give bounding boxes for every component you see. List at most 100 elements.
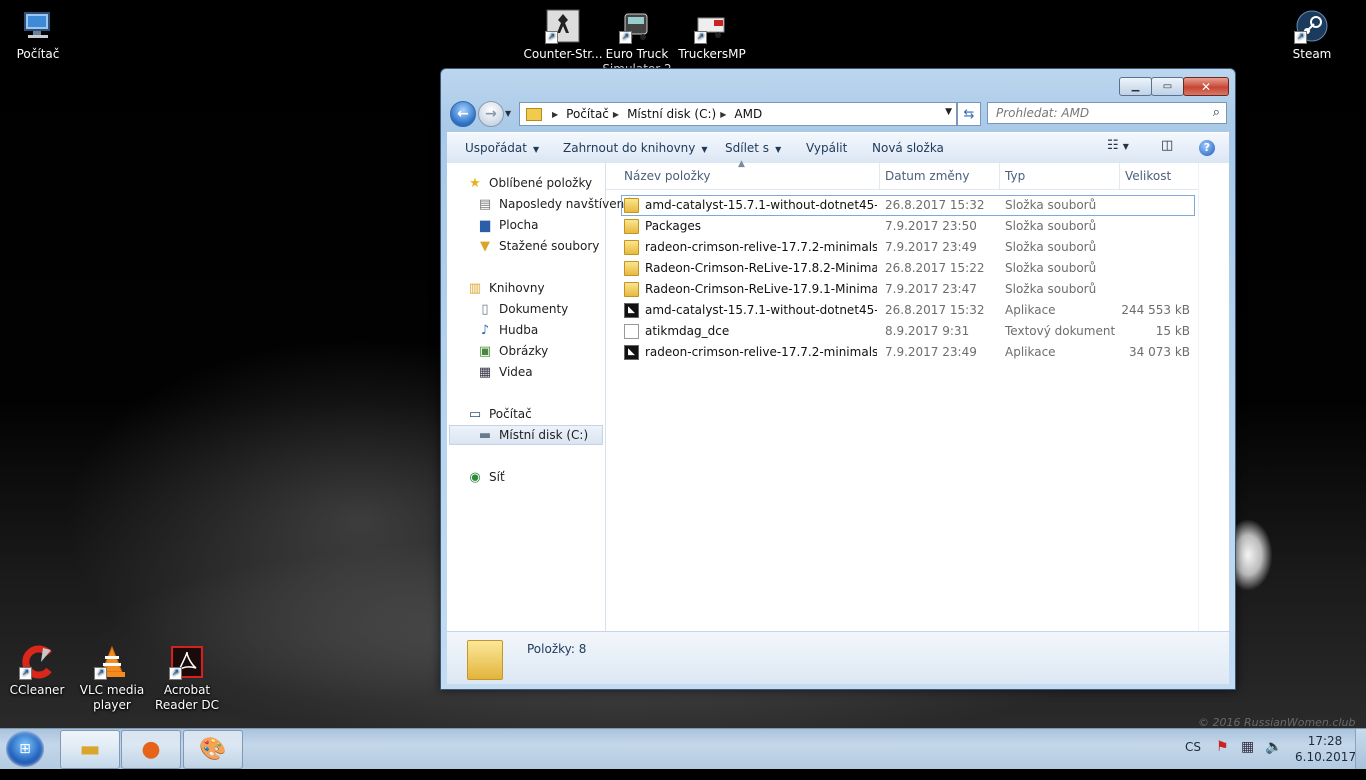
new-folder-button[interactable]: Nová složka bbox=[872, 141, 944, 155]
navigation-pane: ★ Oblíbené položky ▤ Naposledy navštívené … bbox=[447, 163, 632, 631]
chevron-down-icon: ▼ bbox=[532, 145, 540, 154]
address-bar[interactable]: ▶ Počítač ▶ Místní disk (C:) ▶ AMD ▼ bbox=[519, 102, 957, 126]
breadcrumb-separator-icon[interactable]: ▶ bbox=[613, 110, 619, 119]
file-row[interactable]: ◣ amd-catalyst-15.7.1-without-dotnet45-w… bbox=[606, 300, 1198, 321]
text-document-icon bbox=[624, 324, 639, 339]
nav-libraries[interactable]: ▥ Knihovny bbox=[467, 278, 545, 298]
desktop-icon-label: VLC media player bbox=[79, 683, 145, 712]
breadcrumb-separator-icon[interactable]: ▶ bbox=[720, 110, 726, 119]
clock[interactable]: 17:28 6.10.2017 bbox=[1295, 733, 1356, 765]
file-row[interactable]: atikmdag_dce 8.9.2017 9:31 Textový dokum… bbox=[606, 321, 1198, 342]
desktop-icon-steam[interactable]: ↗ Steam bbox=[1270, 8, 1354, 62]
back-button[interactable]: ← bbox=[450, 101, 476, 127]
minimize-icon: ▁ bbox=[1131, 81, 1140, 92]
file-type: Složka souborů bbox=[1005, 198, 1097, 212]
help-button[interactable]: ? bbox=[1199, 140, 1215, 156]
file-size: 15 kB bbox=[1155, 324, 1190, 338]
desktop-icon-truckersmp[interactable]: ↗ TruckersMP bbox=[670, 8, 754, 62]
chevron-down-icon: ▼ bbox=[701, 145, 708, 154]
column-size[interactable]: Velikost bbox=[1125, 169, 1171, 183]
desktop-icon-label: Počítač bbox=[16, 47, 60, 61]
taskbar-explorer[interactable]: ▬ bbox=[60, 730, 120, 769]
file-type: Textový dokument bbox=[1005, 324, 1116, 338]
folder-icon bbox=[624, 282, 639, 297]
show-desktop-button[interactable] bbox=[1355, 729, 1366, 769]
nav-documents[interactable]: ▯ Dokumenty bbox=[477, 299, 568, 319]
caption-buttons: ▁ ▭ ✕ bbox=[1119, 77, 1229, 96]
taskbar-firefox[interactable]: ● bbox=[121, 730, 181, 769]
include-in-library-button[interactable]: Zahrnout do knihovny ▼ bbox=[563, 141, 708, 155]
explorer-window[interactable]: ▁ ▭ ✕ ← → ▼ ▶ Počítač ▶ Místní disk (C:)… bbox=[440, 68, 1236, 690]
nav-videos[interactable]: ▦ Videa bbox=[477, 362, 533, 382]
network-icon[interactable]: ▦ bbox=[1241, 739, 1254, 779]
close-icon: ✕ bbox=[1200, 79, 1212, 94]
preview-pane-button[interactable]: ◫ bbox=[1161, 138, 1173, 153]
file-row[interactable]: radeon-crimson-relive-17.7.2-minimalset.… bbox=[606, 237, 1198, 258]
minimize-button[interactable]: ▁ bbox=[1119, 77, 1152, 96]
file-row[interactable]: Packages 7.9.2017 23:50 Složka souborů bbox=[606, 216, 1198, 237]
folder-icon bbox=[624, 219, 639, 234]
close-button[interactable]: ✕ bbox=[1183, 77, 1229, 96]
shortcut-arrow-icon: ↗ bbox=[545, 31, 558, 44]
folder-icon: ▬ bbox=[79, 737, 101, 762]
desktop-icon-acrobat[interactable]: ↗ Acrobat Reader DC bbox=[145, 644, 229, 713]
folder-icon bbox=[624, 261, 639, 276]
nav-favorites[interactable]: ★ Oblíbené položky bbox=[467, 173, 592, 193]
search-input[interactable]: Prohledat: AMD ⌕ bbox=[987, 102, 1227, 124]
search-icon[interactable]: ⌕ bbox=[1213, 105, 1220, 120]
steam-icon: ↗ bbox=[1294, 8, 1330, 44]
desktop-icon-euro-truck[interactable]: ↗ Euro Truck Simulator 2 bbox=[595, 8, 679, 68]
breadcrumb-computer[interactable]: Počítač bbox=[566, 107, 609, 121]
action-center-icon[interactable]: ⚑ bbox=[1216, 739, 1229, 779]
amd-app-icon: ◣ bbox=[624, 303, 639, 318]
organize-button[interactable]: Uspořádat ▼ bbox=[465, 141, 539, 155]
firefox-icon: ● bbox=[141, 737, 161, 762]
nav-pictures[interactable]: ▣ Obrázky bbox=[477, 341, 548, 361]
desktop-icon-vlc[interactable]: ↗ VLC media player bbox=[70, 644, 154, 713]
file-row[interactable]: amd-catalyst-15.7.1-without-dotnet45-w..… bbox=[621, 195, 1195, 216]
breadcrumb-separator-icon[interactable]: ▶ bbox=[552, 110, 558, 119]
nav-desktop[interactable]: ▆ Plocha bbox=[477, 215, 538, 235]
computer-icon: ▭ bbox=[468, 406, 482, 422]
forward-button[interactable]: → bbox=[478, 101, 504, 127]
breadcrumb-local-disk[interactable]: Místní disk (C:) bbox=[627, 107, 716, 121]
nav-network[interactable]: ◉ Síť bbox=[467, 467, 504, 487]
column-type[interactable]: Typ bbox=[1005, 169, 1025, 183]
scroll-area[interactable] bbox=[1198, 163, 1229, 631]
view-options-button[interactable]: ☷ ▼ bbox=[1107, 138, 1129, 153]
breadcrumb-amd[interactable]: AMD bbox=[734, 107, 762, 121]
recent-places-icon: ▤ bbox=[478, 196, 492, 212]
desktop-icon-computer[interactable]: Počítač bbox=[0, 8, 80, 62]
nav-label: Plocha bbox=[499, 218, 539, 232]
desktop-icon-counter-strike[interactable]: ↗ Counter-Str... bbox=[521, 8, 605, 62]
column-name[interactable]: Název položky bbox=[624, 169, 710, 183]
language-indicator[interactable]: CS bbox=[1185, 740, 1201, 780]
file-list: ▲ Název položky Datum změny Typ Velikost… bbox=[606, 159, 1229, 631]
column-date[interactable]: Datum změny bbox=[885, 169, 970, 183]
recent-pages-dropdown[interactable]: ▼ bbox=[505, 109, 511, 118]
nav-music[interactable]: ♪ Hudba bbox=[477, 320, 538, 340]
burn-label: Vypálit bbox=[806, 141, 848, 155]
file-row[interactable]: ◣ radeon-crimson-relive-17.7.2-minimalse… bbox=[606, 342, 1198, 363]
item-count: Položky: 8 bbox=[527, 642, 587, 656]
share-with-button[interactable]: Sdílet s ▼ bbox=[725, 141, 781, 155]
burn-button[interactable]: Vypálit bbox=[806, 141, 847, 155]
include-label: Zahrnout do knihovny bbox=[563, 141, 696, 155]
ccleaner-icon: ↗ bbox=[19, 644, 55, 680]
desktop-icon-ccleaner[interactable]: ↗ CCleaner bbox=[0, 644, 79, 698]
folder-icon bbox=[624, 240, 639, 255]
nav-downloads[interactable]: ▼ Stažené soubory bbox=[477, 236, 599, 256]
nav-local-disk[interactable]: ▬ Místní disk (C:) bbox=[477, 425, 588, 445]
file-date: 26.8.2017 15:22 bbox=[885, 261, 985, 275]
file-date: 8.9.2017 9:31 bbox=[885, 324, 970, 338]
file-row[interactable]: Radeon-Crimson-ReLive-17.9.1-Minimal... … bbox=[606, 279, 1198, 300]
file-row[interactable]: Radeon-Crimson-ReLive-17.8.2-Minimal... … bbox=[606, 258, 1198, 279]
refresh-button[interactable]: ⇆ bbox=[957, 102, 981, 126]
taskbar-paint[interactable]: 🎨 bbox=[183, 730, 243, 769]
start-button[interactable]: ⊞ bbox=[6, 731, 44, 767]
volume-muted-icon[interactable]: 🔈 bbox=[1265, 739, 1282, 779]
address-dropdown-icon[interactable]: ▼ bbox=[945, 107, 952, 117]
maximize-button[interactable]: ▭ bbox=[1151, 77, 1184, 96]
nav-computer[interactable]: ▭ Počítač bbox=[467, 404, 532, 424]
command-bar: Uspořádat ▼ Zahrnout do knihovny ▼ Sdílet … bbox=[447, 132, 1229, 164]
